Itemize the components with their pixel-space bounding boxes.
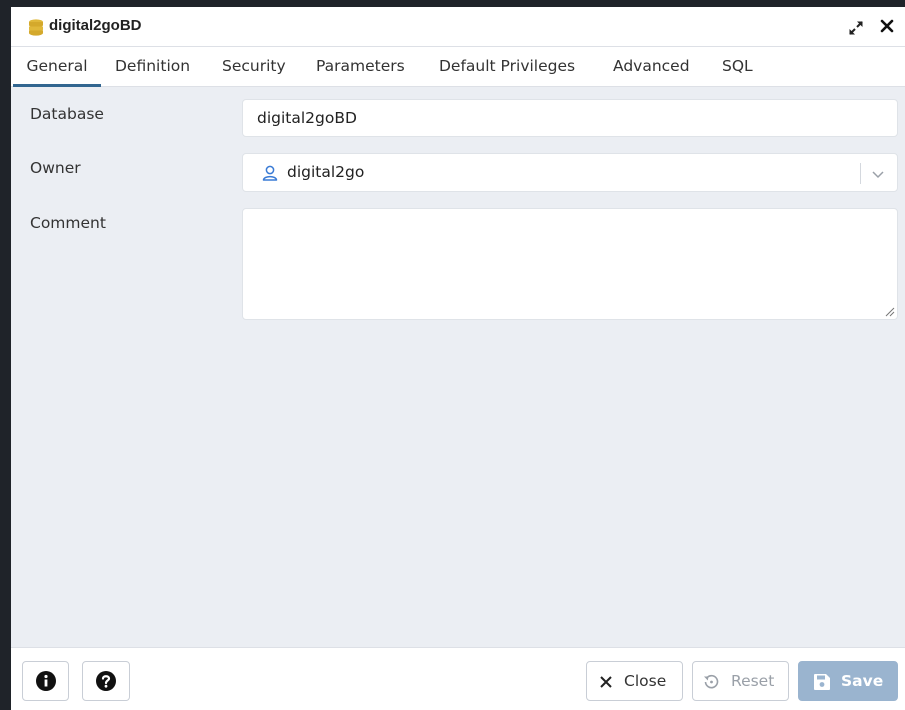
save-button[interactable]: Save xyxy=(798,661,898,701)
tab-default-privileges[interactable]: Default Privileges xyxy=(439,47,575,87)
select-separator xyxy=(860,163,861,184)
chevron-down-icon[interactable] xyxy=(870,166,886,182)
tab-security[interactable]: Security xyxy=(222,47,286,87)
tab-bar: General Definition Security Parameters D… xyxy=(11,47,905,87)
dialog-title: digital2goBD xyxy=(49,17,142,34)
tab-general[interactable]: General xyxy=(13,47,101,87)
tab-definition[interactable]: Definition xyxy=(115,47,190,87)
save-icon xyxy=(814,674,830,690)
reset-icon xyxy=(704,674,719,689)
create-database-dialog: digital2goBD General Definition Security… xyxy=(11,7,905,710)
info-button[interactable] xyxy=(22,661,69,701)
dialog-titlebar: digital2goBD xyxy=(11,7,905,47)
user-icon xyxy=(262,165,278,181)
database-name-input[interactable]: digital2goBD xyxy=(242,99,898,137)
tab-advanced[interactable]: Advanced xyxy=(613,47,690,87)
comment-label: Comment xyxy=(30,214,106,232)
tab-parameters[interactable]: Parameters xyxy=(316,47,405,87)
help-button[interactable] xyxy=(82,661,130,701)
reset-button-label: Reset xyxy=(731,672,775,690)
owner-select[interactable]: digital2go xyxy=(242,153,898,192)
owner-label: Owner xyxy=(30,159,81,177)
expand-icon[interactable] xyxy=(847,19,865,37)
database-label: Database xyxy=(30,105,104,123)
background-strip xyxy=(0,0,11,710)
dialog-footer: Close Reset Save xyxy=(11,647,905,710)
resize-handle-icon[interactable] xyxy=(885,307,895,317)
reset-button[interactable]: Reset xyxy=(692,661,789,701)
save-button-label: Save xyxy=(841,672,884,690)
info-icon xyxy=(36,671,56,691)
comment-textarea[interactable] xyxy=(242,208,898,320)
close-icon[interactable] xyxy=(878,17,896,35)
database-icon xyxy=(29,19,43,36)
close-button[interactable]: Close xyxy=(586,661,683,701)
owner-value: digital2go xyxy=(287,163,365,181)
close-button-label: Close xyxy=(624,672,667,690)
tab-sql[interactable]: SQL xyxy=(722,47,753,87)
database-name-value: digital2goBD xyxy=(257,109,357,127)
help-icon xyxy=(96,671,116,691)
close-icon xyxy=(600,676,612,688)
